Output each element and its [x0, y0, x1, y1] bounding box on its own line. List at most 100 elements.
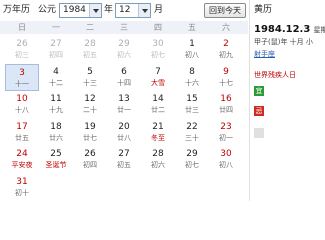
festival-label: 平安夜 [11, 161, 33, 169]
day-cell[interactable]: 27 初五 [107, 146, 141, 173]
year-value: 1984 [63, 5, 86, 15]
lunar-date: 初八 [219, 161, 233, 169]
day-cell[interactable]: 31 初十 [5, 174, 39, 201]
day-number: 3 [19, 67, 25, 78]
day-number: 17 [16, 121, 28, 132]
day-number: 31 [16, 176, 28, 187]
chevron-down-icon[interactable] [89, 4, 101, 17]
weekday-label: 一 [52, 23, 60, 32]
day-cell[interactable]: 2 初九 [209, 36, 243, 63]
day-number: 9 [223, 66, 229, 77]
selected-weekday: 星期一 [313, 26, 325, 34]
back-to-today-button[interactable]: 回到今天 [204, 3, 246, 18]
day-cell[interactable]: 12 二十 [73, 91, 107, 118]
day-number: 30 [152, 39, 164, 49]
day-cell[interactable]: 29 初七 [175, 146, 209, 173]
day-cell[interactable]: 28 初五 [73, 36, 107, 63]
day-cell[interactable]: 26 初四 [73, 146, 107, 173]
lunar-date: 廿四 [219, 106, 233, 114]
day-cell[interactable]: 23 初一 [209, 119, 243, 146]
day-cell[interactable]: 16 廿四 [209, 91, 243, 118]
day-number: 20 [118, 121, 130, 132]
weekday-label: 二 [86, 23, 94, 32]
calendar-grid: 26 初三 27 初四 28 初五 29 初六 30 初七 1 初八 2 初九 3 十一 4 十二 5 十三 6 十四 7 大… [0, 36, 248, 201]
day-number: 27 [118, 149, 130, 159]
day-cell[interactable]: 4 十二 [39, 64, 73, 91]
lunar-date: 初九 [219, 51, 233, 59]
day-cell[interactable]: 25 圣诞节 [39, 146, 73, 173]
lunar-date: 廿五 [15, 133, 29, 142]
lunar-date: 初六 [117, 51, 131, 59]
lunar-date: 廿七 [83, 133, 97, 142]
lunar-date: 初四 [49, 51, 63, 59]
day-number: 7 [155, 66, 161, 77]
day-cell[interactable]: 13 廿一 [107, 91, 141, 118]
lunar-date: 三十 [185, 133, 199, 142]
day-cell[interactable]: 10 十八 [5, 91, 39, 118]
calendar-toolbar: 万年历 公元 1984 年 12 月 回到今天 [0, 0, 248, 20]
weekday-header: 日一二三四五六 [0, 21, 248, 34]
day-cell[interactable]: 15 廿三 [175, 91, 209, 118]
day-cell[interactable]: 7 大雪 [141, 64, 175, 91]
day-cell[interactable]: 8 十六 [175, 64, 209, 91]
lunar-date: 十二 [49, 78, 63, 87]
day-number: 24 [16, 149, 28, 159]
day-cell[interactable]: 9 十七 [209, 64, 243, 91]
day-cell[interactable]: 26 初三 [5, 36, 39, 63]
day-number: 12 [84, 94, 96, 104]
day-number: 26 [84, 149, 96, 159]
weekday-label: 四 [154, 23, 162, 32]
day-number: 8 [189, 66, 195, 77]
day-cell[interactable]: 30 初八 [209, 146, 243, 173]
chevron-down-icon[interactable] [138, 4, 150, 17]
day-cell[interactable]: 5 十三 [73, 64, 107, 91]
zodiac-link[interactable]: 射手座 [254, 49, 275, 59]
day-cell[interactable]: 22 三十 [175, 119, 209, 146]
day-cell[interactable]: 21 冬至 [141, 119, 175, 146]
lunar-date: 初七 [151, 51, 165, 59]
day-number: 1 [189, 39, 195, 49]
day-cell[interactable]: 17 廿五 [5, 119, 39, 146]
day-cell[interactable]: 27 初四 [39, 36, 73, 63]
day-number: 19 [84, 121, 96, 132]
day-number: 28 [152, 149, 164, 159]
day-number: 21 [152, 121, 164, 132]
month-select[interactable]: 12 [115, 3, 151, 18]
lunar-date: 廿一 [117, 106, 131, 114]
day-cell[interactable]: 28 初六 [141, 146, 175, 173]
year-unit-label: 年 [104, 5, 114, 15]
almanac-panel: 黄历 1984.12.3 星期一 甲子(鼠)年 十月 小 射手座 世界残疾人日 … [249, 0, 325, 201]
day-cell[interactable]: 18 廿六 [39, 119, 73, 146]
festival-label: 圣诞节 [45, 161, 67, 169]
day-cell-today[interactable]: 3 十一 [5, 63, 39, 91]
day-cell[interactable]: 20 廿八 [107, 119, 141, 146]
lunar-date: 十八 [15, 106, 29, 114]
day-cell[interactable]: 19 廿七 [73, 119, 107, 146]
day-cell[interactable]: 30 初七 [141, 36, 175, 63]
year-select[interactable]: 1984 [59, 3, 102, 18]
calendar-era-label: 公元 [38, 5, 57, 15]
suitable-badge: 宜 [254, 86, 264, 96]
day-number: 10 [16, 94, 28, 104]
ganzhi-text: 甲子(鼠)年 十月 小 [254, 38, 313, 46]
day-number: 2 [223, 39, 229, 49]
weekday-label: 六 [222, 23, 230, 32]
day-cell[interactable]: 14 廿二 [141, 91, 175, 118]
lunar-date: 廿六 [49, 133, 63, 142]
day-number: 16 [220, 94, 232, 104]
festival-label: 大雪 [151, 78, 165, 87]
day-cell[interactable]: 29 初六 [107, 36, 141, 63]
day-cell[interactable]: 11 十九 [39, 91, 73, 118]
lunar-date: 初八 [185, 51, 199, 59]
day-cell[interactable]: 24 平安夜 [5, 146, 39, 173]
day-cell[interactable]: 1 初八 [175, 36, 209, 63]
almanac-title: 黄历 [254, 5, 273, 15]
day-number: 25 [50, 149, 62, 159]
day-number: 28 [84, 39, 96, 49]
lunar-date: 二十 [83, 106, 97, 114]
festival-name: 世界残疾人日 [254, 71, 296, 79]
selected-date: 1984.12.3 星期一 [254, 24, 325, 36]
lunar-date: 初五 [117, 161, 131, 169]
day-number: 14 [152, 94, 164, 104]
day-cell[interactable]: 6 十四 [107, 64, 141, 91]
